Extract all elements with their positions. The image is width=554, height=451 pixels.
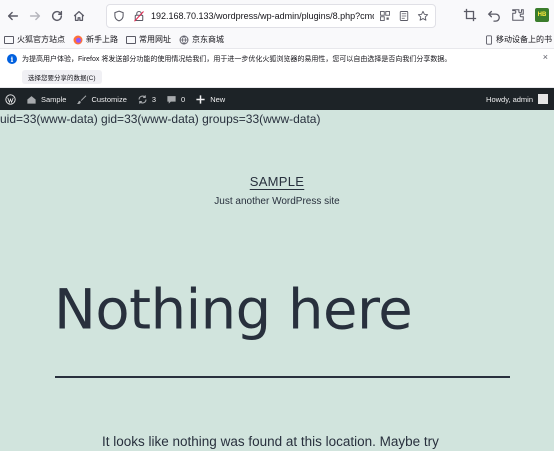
updates-icon bbox=[138, 94, 147, 104]
reload-icon bbox=[51, 10, 63, 21]
back-button[interactable] bbox=[2, 5, 24, 27]
reader-view-icon[interactable] bbox=[396, 8, 412, 24]
new-content-link[interactable]: New bbox=[190, 88, 230, 110]
paintbrush-icon bbox=[77, 94, 87, 104]
updates-link[interactable]: 3 bbox=[132, 88, 161, 110]
divider bbox=[55, 376, 510, 378]
bookmarks-bar: 火狐官方站点 新手上路 常用网址 京东商城 移动设备上的书 bbox=[0, 31, 554, 48]
customize-link[interactable]: Customize bbox=[71, 88, 131, 110]
comment-icon bbox=[167, 95, 176, 104]
star-icon[interactable] bbox=[415, 8, 431, 24]
notification-bar: i 为提高用户体验，Firefox 将发送部分功能的使用情况给我们，用于进一步优… bbox=[0, 48, 554, 88]
wordpress-logo-button[interactable] bbox=[0, 88, 21, 110]
bookmark-item[interactable]: 常用网址 bbox=[126, 34, 171, 45]
notification-text: 为提高用户体验，Firefox 将发送部分功能的使用情况给我们，用于进一步优化火… bbox=[22, 56, 452, 63]
arrow-right-icon bbox=[29, 11, 41, 20]
shield-icon[interactable] bbox=[111, 8, 127, 24]
site-name-link[interactable]: Sample bbox=[21, 88, 71, 110]
avatar bbox=[538, 94, 548, 104]
bookmark-item[interactable]: 京东商城 bbox=[179, 34, 224, 45]
folder-icon bbox=[126, 35, 136, 45]
my-account-link[interactable]: Howdy, admin bbox=[486, 88, 554, 110]
page-content: uid=33(www-data) gid=33(www-data) groups… bbox=[0, 110, 554, 451]
reload-button[interactable] bbox=[46, 5, 68, 27]
site-title: SAMPLE bbox=[0, 174, 554, 189]
qr-code-icon[interactable] bbox=[377, 8, 393, 24]
plus-icon bbox=[196, 94, 205, 104]
firefox-icon bbox=[73, 35, 83, 45]
url-text[interactable]: 192.168.70.133/wordpress/wp-admin/plugin… bbox=[151, 11, 374, 21]
url-bar[interactable]: 192.168.70.133/wordpress/wp-admin/plugin… bbox=[106, 4, 436, 28]
forward-button[interactable] bbox=[24, 5, 46, 27]
mobile-device-icon bbox=[484, 34, 494, 45]
undo-icon[interactable] bbox=[482, 4, 506, 26]
wp-admin-bar: Sample Customize 3 0 New Howdy, admin bbox=[0, 88, 554, 110]
info-icon: i bbox=[7, 54, 17, 64]
bookmark-item[interactable]: 火狐官方站点 bbox=[4, 34, 65, 45]
crop-icon[interactable] bbox=[458, 4, 482, 26]
browser-toolbar: 192.168.70.133/wordpress/wp-admin/plugin… bbox=[0, 0, 554, 31]
not-found-message: It looks like nothing was found at this … bbox=[102, 434, 439, 449]
extensions-icon[interactable] bbox=[506, 4, 530, 26]
command-output: uid=33(www-data) gid=33(www-data) groups… bbox=[0, 112, 321, 126]
arrow-left-icon bbox=[7, 11, 19, 20]
page-title: Nothing here bbox=[54, 278, 413, 343]
mobile-bookmarks[interactable]: 移动设备上的书 bbox=[484, 34, 552, 45]
home-icon bbox=[27, 95, 36, 104]
wordpress-icon bbox=[5, 93, 16, 105]
hackbar-icon: HB bbox=[535, 8, 549, 22]
site-title-link[interactable]: SAMPLE bbox=[250, 174, 305, 189]
site-description: Just another WordPress site bbox=[214, 196, 340, 207]
choose-data-button[interactable]: 选择您要分享的数据(C) bbox=[22, 70, 102, 84]
home-icon bbox=[73, 10, 85, 21]
insecure-lock-icon[interactable] bbox=[131, 8, 147, 24]
comments-link[interactable]: 0 bbox=[161, 88, 190, 110]
home-button[interactable] bbox=[68, 5, 90, 27]
close-icon[interactable]: × bbox=[543, 52, 548, 62]
bookmark-item[interactable]: 新手上路 bbox=[73, 34, 118, 45]
globe-icon bbox=[179, 35, 189, 45]
extension-badge-button[interactable]: HB bbox=[530, 4, 554, 26]
folder-icon bbox=[4, 35, 14, 45]
